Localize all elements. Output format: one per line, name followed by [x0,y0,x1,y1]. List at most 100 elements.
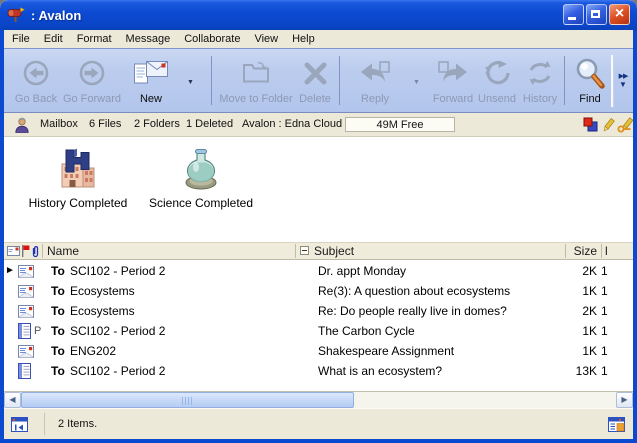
minimize-button[interactable] [563,4,584,25]
move-to-folder-button[interactable]: Move to Folder [216,53,296,109]
application-window: : Avalon File Edit Format Message Collab… [0,0,637,443]
to-label: To [51,281,65,301]
menu-view[interactable]: View [254,33,278,45]
column-header-size[interactable]: Size [557,243,597,259]
find-icon [574,53,606,93]
menu-message[interactable]: Message [126,33,171,45]
pencil-icon[interactable] [602,117,615,133]
window-border-left [0,30,4,439]
scrollbar-thumb[interactable] [21,392,354,408]
table-row[interactable]: PToSCI102 - Period 2The Carbon Cycle1K1 [4,321,633,341]
next-column-partial: 1 [601,301,608,321]
subject-text: Dr. appt Monday [318,261,406,281]
info-bar: Mailbox 6 Files 2 Folders 1 Deleted Aval… [4,113,633,137]
table-row[interactable]: ToEcosystemsRe(3): A question about ecos… [4,281,633,301]
envelope-icon [18,341,34,361]
free-space-indicator: 49M Free [345,117,455,132]
recipient-name: Ecosystems [70,301,135,321]
subject-text: Shakespeare Assignment [318,341,454,361]
delete-icon [302,53,329,93]
column-separator [295,244,296,258]
desktop-item-label: Science Completed [149,196,253,210]
paperclip-column-icon[interactable] [31,245,40,258]
user-icon [14,117,30,133]
delete-button[interactable]: Delete [294,53,336,109]
next-column-partial: 1 [601,321,608,341]
toolbar-separator [339,56,340,105]
desktop-item-history-completed[interactable]: History Completed [28,147,128,210]
location-label: Mailbox [40,113,78,136]
flag-column-icon[interactable] [21,245,30,257]
go-back-button[interactable]: Go Back [10,53,62,109]
size-text: 1K [553,321,597,341]
container-canvas: History Completed Science Completed [4,137,633,242]
reply-button[interactable]: Reply [350,53,400,109]
menu-bar: File Edit Format Message Collaborate Vie… [4,30,633,48]
column-header-name[interactable]: Name [47,243,79,259]
size-text: 2K [553,301,597,321]
forward-icon [436,53,470,93]
menu-file[interactable]: File [12,33,30,45]
table-row[interactable]: ToSCI102 - Period 2What is an ecosystem?… [4,361,633,381]
recipient-name: Ecosystems [70,281,135,301]
recipient-name: ENG202 [70,341,116,361]
go-back-icon [21,53,51,93]
size-text: 1K [553,341,597,361]
menu-format[interactable]: Format [77,33,112,45]
view-panel-icon[interactable] [608,417,625,432]
chevron-down-icon: ▼ [613,81,633,89]
collapse-panel-icon[interactable] [11,417,28,432]
window-border-right [633,30,637,439]
table-row[interactable]: ToEcosystemsRe: Do people really live in… [4,301,633,321]
list-header: Name Subject Size l [4,242,633,260]
scroll-right-arrow[interactable]: ▶ [616,392,633,408]
menu-edit[interactable]: Edit [44,33,63,45]
to-label: To [51,301,65,321]
close-button[interactable] [609,4,630,25]
desktop-item-label: History Completed [29,196,128,210]
to-label: To [51,361,65,381]
column-header-subject[interactable]: Subject [314,243,354,259]
unsend-button[interactable]: Unsend [474,53,520,109]
history-button[interactable]: History [518,53,562,109]
recipient-name: SCI102 - Period 2 [70,321,165,341]
account-label: Avalon : Edna Cloud [242,113,342,136]
envelope-icon [18,261,34,281]
go-forward-button[interactable]: Go Forward [62,53,122,109]
collapse-minus-icon[interactable] [300,246,309,255]
mailbox-app-icon[interactable] [7,7,25,23]
menu-collaborate[interactable]: Collaborate [184,33,240,45]
next-column-partial: 1 [601,361,608,381]
flask-icon [178,147,224,191]
column-header-partial[interactable]: l [605,243,608,259]
desktop-item-science-completed[interactable]: Science Completed [146,147,256,210]
next-column-partial: 1 [601,281,608,301]
horizontal-scrollbar[interactable]: ◀ ▶ [4,391,633,408]
find-button[interactable]: Find [570,53,610,109]
recipient-name: SCI102 - Period 2 [70,261,165,281]
titlebar: : Avalon [0,0,637,30]
menu-help[interactable]: Help [292,33,315,45]
column-separator [42,244,43,258]
document-icon [18,361,31,381]
table-row[interactable]: ToENG202Shakespeare Assignment1K1 [4,341,633,361]
forward-button[interactable]: Forward [428,53,478,109]
size-text: 13K [553,361,597,381]
move-to-folder-icon [241,53,271,93]
toolbar-overflow-chevron[interactable]: ▶▶ ▼ [613,73,633,89]
window-title: : Avalon [31,8,81,23]
new-button[interactable]: New [124,53,178,109]
layers-icon[interactable] [583,117,598,132]
scroll-left-arrow[interactable]: ◀ [4,392,21,408]
recipient-name: SCI102 - Period 2 [70,361,165,381]
subject-text: The Carbon Cycle [318,321,415,341]
building-icon [55,147,101,191]
pencil-key-icon[interactable] [617,117,634,133]
reply-dropdown-arrow[interactable]: ▼ [413,79,420,86]
table-row[interactable]: ►ToSCI102 - Period 2Dr. appt Monday2K1 [4,261,633,281]
toolbar: Go Back Go Forward [4,48,633,113]
new-dropdown-arrow[interactable]: ▼ [187,79,194,86]
priority-flag: P [34,321,41,341]
maximize-button[interactable] [586,4,607,25]
envelope-column-icon[interactable] [7,246,20,256]
